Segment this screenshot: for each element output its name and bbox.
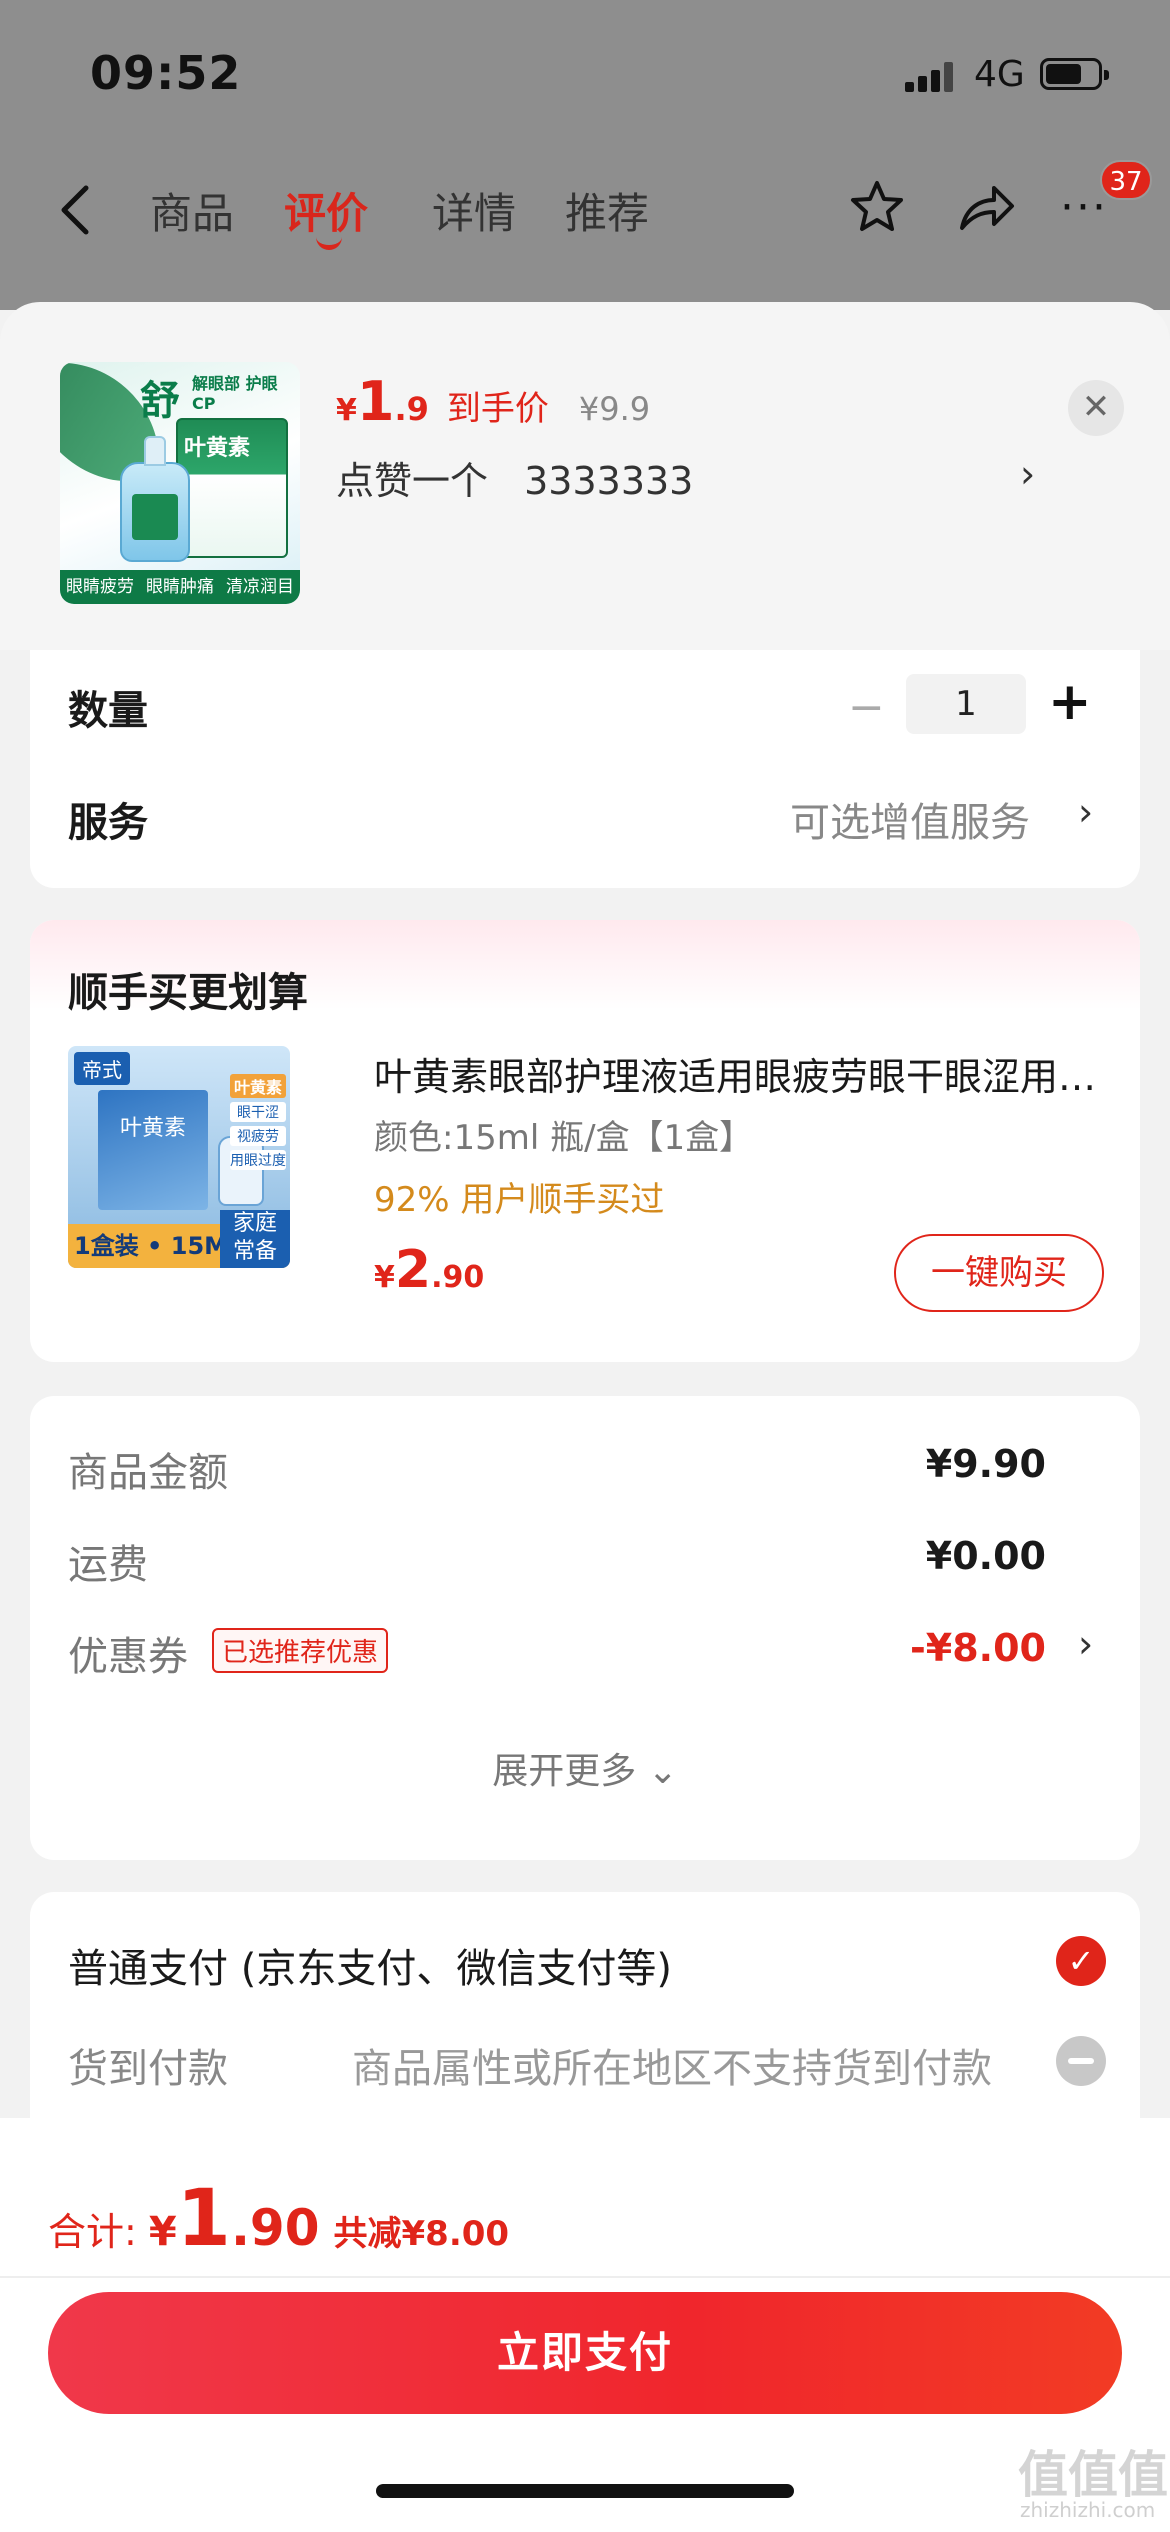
top-nav: 商品 评价 详情 推荐 ··· 37 [0,160,1170,270]
tab-recommend[interactable]: 推荐 [565,180,649,241]
coupon-label: 优惠券 [68,1634,188,1680]
service-label: 服务 [68,800,148,846]
quantity-decrease-button[interactable]: − [848,682,885,733]
upsell-product-image[interactable]: 帝式 叶黄素 叶黄素 眼干涩 视疲劳 用眼过度 1盒装 • 15ML 家庭 常备 [68,1046,290,1268]
goods-amount-value: ¥9.90 [925,1442,1046,1486]
quantity-increase-button[interactable]: + [1048,672,1092,732]
thumb-side-text: 解眼部 护眼CP [192,374,278,413]
cod-payment-option: 货到付款 [68,2046,228,2092]
upsell-card: 顺手买更划算 帝式 叶黄素 叶黄素 眼干涩 视疲劳 用眼过度 1盒装 • 15M… [30,920,1140,1362]
shipping-value: ¥0.00 [925,1534,1046,1578]
home-indicator[interactable] [376,2484,794,2498]
back-icon[interactable] [56,180,96,240]
original-price: ¥9.9 [578,390,651,428]
upsell-title: 顺手买更划算 [68,970,308,1016]
shipping-label: 运费 [68,1542,148,1588]
price-row: ¥ 1 .9 到手价 ¥9.9 [336,370,651,433]
total-saving: 共减¥8.00 [333,2214,510,2254]
cod-unavailable-note: 商品属性或所在地区不支持货到付款 [352,2046,992,2092]
chevron-right-icon[interactable]: › [1020,452,1035,496]
quantity-input[interactable]: 1 [906,674,1026,734]
final-price: 1 [356,370,395,433]
spec-selector[interactable]: 点赞一个 3333333 [336,450,693,505]
total-amount: 合计: ¥ 1 .90 共减¥8.00 [48,2174,510,2264]
expand-more-button[interactable]: 展开更多 ⌄ [30,1742,1140,1794]
active-tab-indicator [316,236,342,250]
service-value[interactable]: 可选增值服务 [790,790,1030,848]
status-bar: 09:52 4G [0,0,1170,150]
one-click-buy-button[interactable]: 一键购买 [894,1234,1104,1312]
quantity-label: 数量 [68,688,148,734]
close-icon[interactable]: ✕ [1068,380,1124,436]
upsell-product-name[interactable]: 叶黄素眼部护理液适用眼疲劳眼干眼涩用眼过度滴眼液 [374,1046,1102,1101]
coupon-selected-badge: 已选推荐优惠 [212,1628,389,1673]
amount-summary-card: 商品金额 ¥9.90 运费 ¥0.00 优惠券 已选推荐优惠 -¥8.00 › … [30,1396,1140,1860]
upsell-product-spec: 颜色:15ml 瓶/盒【1盒】 [374,1118,754,1158]
status-time: 09:52 [90,46,242,100]
check-icon[interactable]: ✓ [1056,1936,1106,1986]
goods-amount-label: 商品金额 [68,1450,228,1496]
final-price-tag: 到手价 [446,389,549,429]
checkout-footer: 合计: ¥ 1 .90 共减¥8.00 立即支付 [0,2118,1170,2532]
watermark-logo: 值值值 [1018,2446,1168,2504]
tab-product[interactable]: 商品 [150,180,234,241]
normal-payment-option[interactable]: 普通支付 (京东支付、微信支付等) [68,1936,672,1994]
spec-value: 3333333 [524,459,694,503]
disabled-icon [1056,2036,1106,2086]
favorite-star-icon[interactable] [848,178,906,236]
battery-icon [1040,58,1109,90]
chevron-right-icon[interactable]: › [1078,1622,1093,1666]
pay-now-button[interactable]: 立即支付 [48,2292,1122,2414]
watermark-url: zhizhizhi.com [1020,2498,1156,2522]
spec-label: 点赞一个 [336,459,489,503]
signal-icon [905,60,957,92]
thumb-strip: 眼睛疲劳 眼睛肿痛 清凉润目 [60,570,300,604]
sku-sheet-header: 舒 叶黄素 解眼部 护眼CP 眼睛疲劳 眼睛肿痛 清凉润目 ¥ 1 .9 到手价… [0,302,1170,650]
thumb-top-text: 舒 [140,378,180,424]
payment-method-card: 普通支付 (京东支付、微信支付等) ✓ 货到付款 商品属性或所在地区不支持货到付… [30,1892,1140,2122]
message-badge: 37 [1100,160,1152,200]
tab-reviews[interactable]: 评价 [284,180,368,241]
thumb-box-text: 叶黄素 [184,436,251,461]
upsell-price: ¥ 2 .90 [374,1240,485,1300]
coupon-value[interactable]: -¥8.00 [910,1626,1046,1670]
tab-details[interactable]: 详情 [432,180,516,241]
quantity-service-card: 数量 − 1 + 服务 可选增值服务 › [30,650,1140,888]
upsell-buy-rate: 92% 用户顺手买过 [374,1180,665,1220]
share-icon[interactable] [956,180,1016,236]
chevron-right-icon[interactable]: › [1078,790,1093,834]
network-label: 4G [974,54,1025,95]
product-thumbnail: 舒 叶黄素 解眼部 护眼CP 眼睛疲劳 眼睛肿痛 清凉润目 [60,362,300,604]
